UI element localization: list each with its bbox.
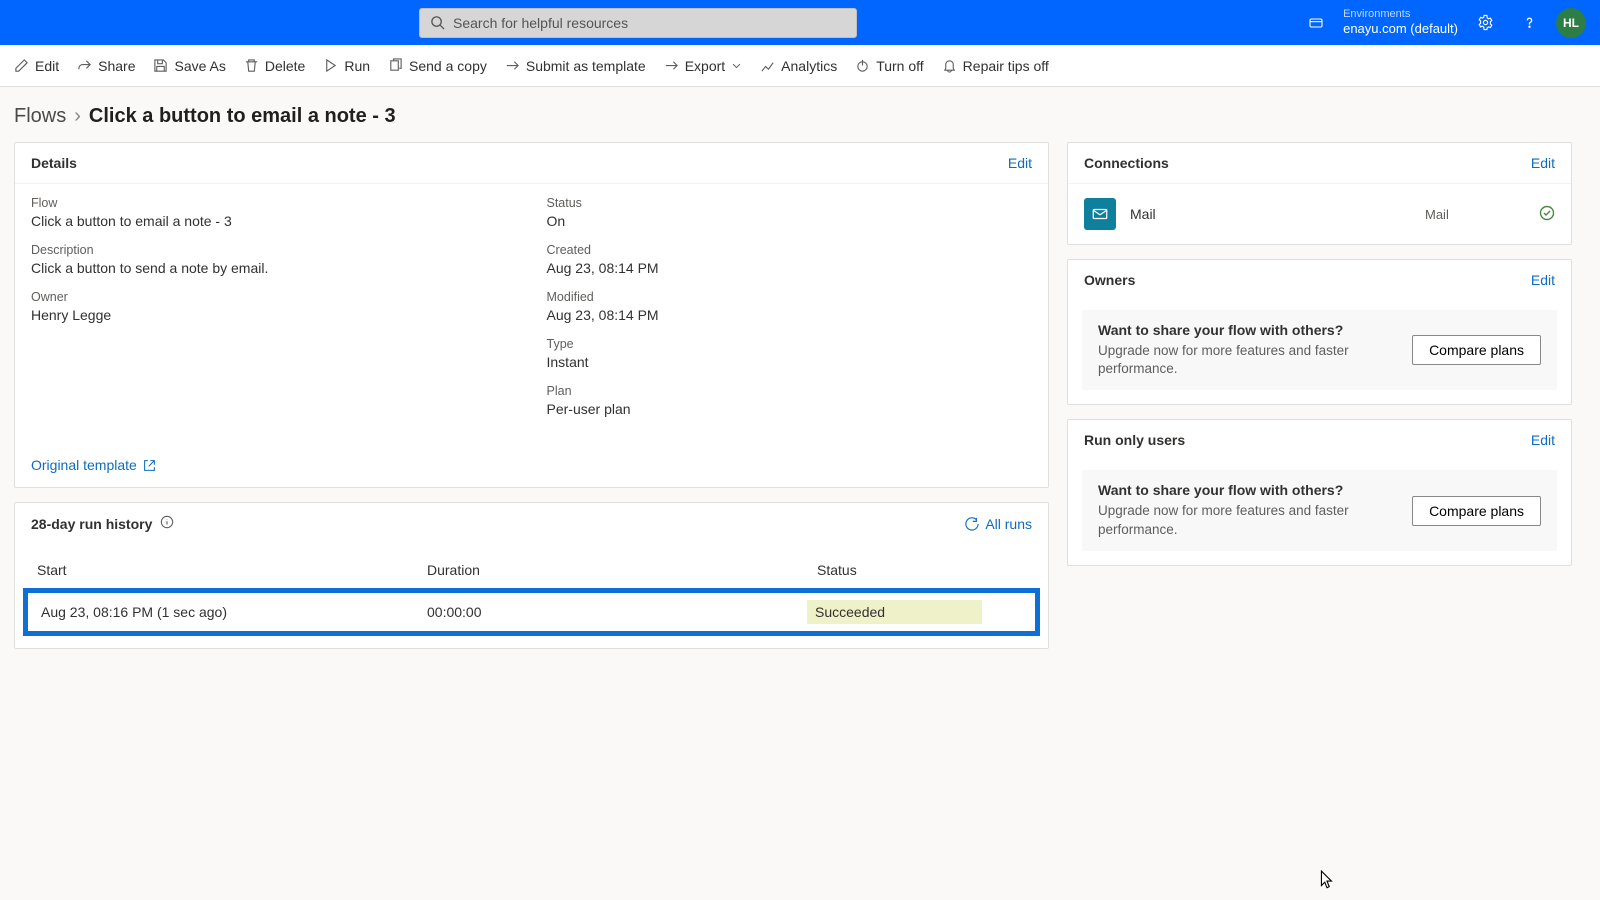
run-duration: 00:00:00 [427, 604, 807, 620]
run-history-card: 28-day run history All runs Start Durati… [14, 502, 1049, 649]
owners-edit-link[interactable]: Edit [1531, 272, 1555, 288]
mail-icon [1084, 198, 1116, 230]
flow-modified: Aug 23, 08:14 PM [547, 307, 1033, 323]
runonly-edit-link[interactable]: Edit [1531, 432, 1555, 448]
cmd-export[interactable]: Export [664, 58, 742, 74]
environment-text[interactable]: Environments enayu.com (default) [1343, 8, 1458, 37]
connections-edit-link[interactable]: Edit [1531, 155, 1555, 171]
mouse-cursor-icon [1320, 870, 1334, 890]
help-icon[interactable] [1512, 6, 1546, 40]
cmd-submit[interactable]: Submit as template [505, 58, 646, 74]
cmd-delete[interactable]: Delete [244, 58, 305, 74]
run-status-badge: Succeeded [807, 600, 982, 624]
owners-title: Owners [1084, 272, 1135, 288]
copy-icon [388, 58, 403, 73]
history-table-header: Start Duration Status [15, 544, 1048, 588]
cmd-sendcopy[interactable]: Send a copy [388, 58, 487, 74]
run-start: Aug 23, 08:16 PM (1 sec ago) [37, 604, 427, 620]
cmd-turnoff[interactable]: Turn off [855, 58, 923, 74]
breadcrumb: Flows › Click a button to email a note -… [0, 87, 1600, 142]
owners-promo: Want to share your flow with others? Upg… [1082, 310, 1557, 390]
settings-icon[interactable] [1468, 6, 1502, 40]
chevron-right-icon: › [74, 105, 81, 128]
save-icon [153, 58, 168, 73]
runonly-title: Run only users [1084, 432, 1185, 448]
details-card: Details Edit FlowClick a button to email… [14, 142, 1049, 488]
trash-icon [244, 58, 259, 73]
play-icon [323, 58, 338, 73]
pencil-icon [14, 58, 29, 73]
compare-plans-button-2[interactable]: Compare plans [1412, 496, 1541, 526]
analytics-icon [760, 58, 775, 73]
owners-card: Owners Edit Want to share your flow with… [1067, 259, 1572, 405]
breadcrumb-root[interactable]: Flows [14, 105, 66, 128]
cmd-analytics[interactable]: Analytics [760, 58, 837, 74]
flow-plan: Per-user plan [547, 401, 1033, 417]
flow-owner: Henry Legge [31, 307, 517, 323]
compare-plans-button[interactable]: Compare plans [1412, 335, 1541, 365]
flow-type: Instant [547, 354, 1033, 370]
share-icon [77, 58, 92, 73]
runonly-card: Run only users Edit Want to share your f… [1067, 419, 1572, 565]
history-row-highlighted[interactable]: Aug 23, 08:16 PM (1 sec ago) 00:00:00 Su… [23, 588, 1040, 636]
details-edit-link[interactable]: Edit [1008, 155, 1032, 171]
info-icon[interactable] [160, 515, 174, 532]
user-avatar[interactable]: HL [1556, 8, 1586, 38]
chevron-down-icon [731, 60, 742, 71]
refresh-icon [965, 517, 979, 531]
details-title: Details [31, 155, 77, 171]
search-placeholder: Search for helpful resources [453, 15, 628, 31]
check-circle-icon [1539, 205, 1555, 224]
connections-title: Connections [1084, 155, 1169, 171]
search-input[interactable]: Search for helpful resources [419, 8, 857, 38]
history-title: 28-day run history [31, 516, 152, 532]
flow-description: Click a button to send a note by email. [31, 260, 517, 276]
power-icon [855, 58, 870, 73]
template-icon [505, 58, 520, 73]
connection-item[interactable]: Mail Mail [1068, 184, 1571, 244]
cmd-share[interactable]: Share [77, 58, 135, 74]
all-runs-link[interactable]: All runs [965, 516, 1032, 532]
cmd-edit[interactable]: Edit [14, 58, 59, 74]
bell-icon [942, 58, 957, 73]
flow-created: Aug 23, 08:14 PM [547, 260, 1033, 276]
original-template-link[interactable]: Original template [15, 447, 1048, 487]
connections-card: Connections Edit Mail Mail [1067, 142, 1572, 245]
page-title: Click a button to email a note - 3 [89, 105, 396, 128]
export-icon [664, 58, 679, 73]
search-icon [430, 15, 445, 30]
flow-name: Click a button to email a note - 3 [31, 213, 517, 229]
cmd-run[interactable]: Run [323, 58, 370, 74]
runonly-promo: Want to share your flow with others? Upg… [1082, 470, 1557, 550]
cmd-saveas[interactable]: Save As [153, 58, 225, 74]
external-link-icon [143, 459, 156, 472]
flow-status: On [547, 213, 1033, 229]
environment-picker-icon[interactable] [1299, 6, 1333, 40]
cmd-repair[interactable]: Repair tips off [942, 58, 1049, 74]
command-bar: Edit Share Save As Delete Run Send a cop… [0, 45, 1600, 87]
